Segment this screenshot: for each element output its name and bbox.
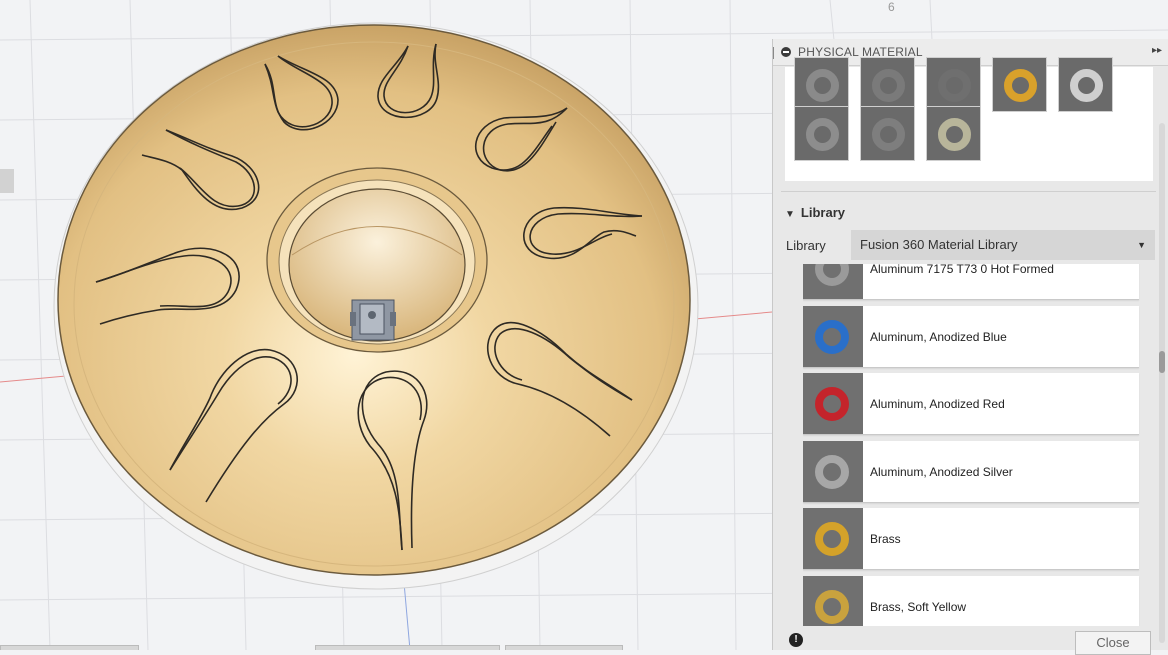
material-thumb [803,575,863,626]
material-ring-icon [815,387,849,421]
bottom-toolbar-right[interactable] [505,645,623,650]
material-list-item[interactable]: Aluminum, Anodized Red [803,373,1139,435]
material-thumb[interactable] [1058,57,1113,112]
bottom-toolbar-left[interactable] [0,645,139,650]
close-button[interactable]: Close [1075,631,1151,655]
material-thumb [803,508,863,569]
material-thumb[interactable] [926,57,981,112]
material-name: Aluminum, Anodized Blue [870,329,1007,344]
in-use-materials [785,57,1153,181]
expand-panel-icon[interactable]: ▸▸ [1152,45,1162,56]
library-label: Library [786,238,826,253]
material-thumb[interactable] [926,106,981,161]
material-ring-icon [1004,69,1037,102]
left-collapse-tab[interactable] [0,169,14,193]
material-ring-icon [806,69,839,102]
material-ring-icon [872,118,905,151]
material-ring-icon [806,118,839,151]
material-name: Aluminum, Anodized Silver [870,464,1013,479]
material-ring-icon [872,69,905,102]
library-section-heading[interactable]: ▼ Library [785,205,845,220]
material-ring-icon [815,589,849,624]
grid-axis-label: 6 [888,0,895,14]
collapse-icon[interactable] [781,47,791,57]
material-thumb [803,305,863,367]
info-icon[interactable]: ! [789,633,803,647]
material-ring-icon [815,454,849,489]
material-list-item[interactable]: Aluminum 7175 T73 0 Hot Formed [803,264,1139,300]
library-heading-text: Library [800,205,845,220]
library-select[interactable]: Fusion 360 Material Library ▼ [851,230,1155,260]
material-name: Aluminum 7175 T73 0 Hot Formed [870,264,1054,276]
material-ring-icon [1070,69,1103,102]
panel-scroll-thumb[interactable] [1159,351,1165,373]
material-name: Brass, Soft Yellow [870,599,967,614]
material-thumb [803,373,863,434]
material-thumb [803,440,863,502]
physical-material-panel: PHYSICAL MATERIAL ▸▸ ▼ Library Library Fu… [772,39,1168,655]
section-divider [781,191,1156,192]
material-list-item[interactable]: Brass, Soft Yellow [803,575,1139,626]
material-list-item[interactable]: Aluminum, Anodized Silver [803,440,1139,503]
dropdown-arrow-icon: ▼ [1137,240,1146,250]
material-thumb[interactable] [860,57,915,112]
material-thumb[interactable] [992,57,1047,112]
expand-triangle-icon[interactable]: ▼ [785,209,795,220]
material-list[interactable]: Aluminum 7175 T73 0 Hot Formed Aluminum, … [803,264,1140,626]
panel-scrollbar[interactable] [1159,123,1165,643]
material-list-item[interactable]: Brass [803,508,1139,570]
bottom-toolbar-center[interactable] [315,645,500,650]
material-ring-icon [815,264,849,286]
material-thumb [803,264,863,299]
material-ring-icon [815,522,849,556]
panel-footer: ! Close [773,628,1168,655]
material-ring-icon [815,319,849,354]
material-ring-icon [938,118,971,151]
material-thumb[interactable] [794,106,849,161]
material-thumb[interactable] [794,57,849,112]
material-name: Brass [870,532,901,546]
library-select-value: Fusion 360 Material Library [860,237,1018,252]
material-thumb[interactable] [860,106,915,161]
material-ring-icon [938,69,971,102]
material-list-item[interactable]: Aluminum, Anodized Blue [803,305,1139,368]
drag-grip-icon[interactable] [773,47,776,59]
material-name: Aluminum, Anodized Red [870,397,1005,411]
